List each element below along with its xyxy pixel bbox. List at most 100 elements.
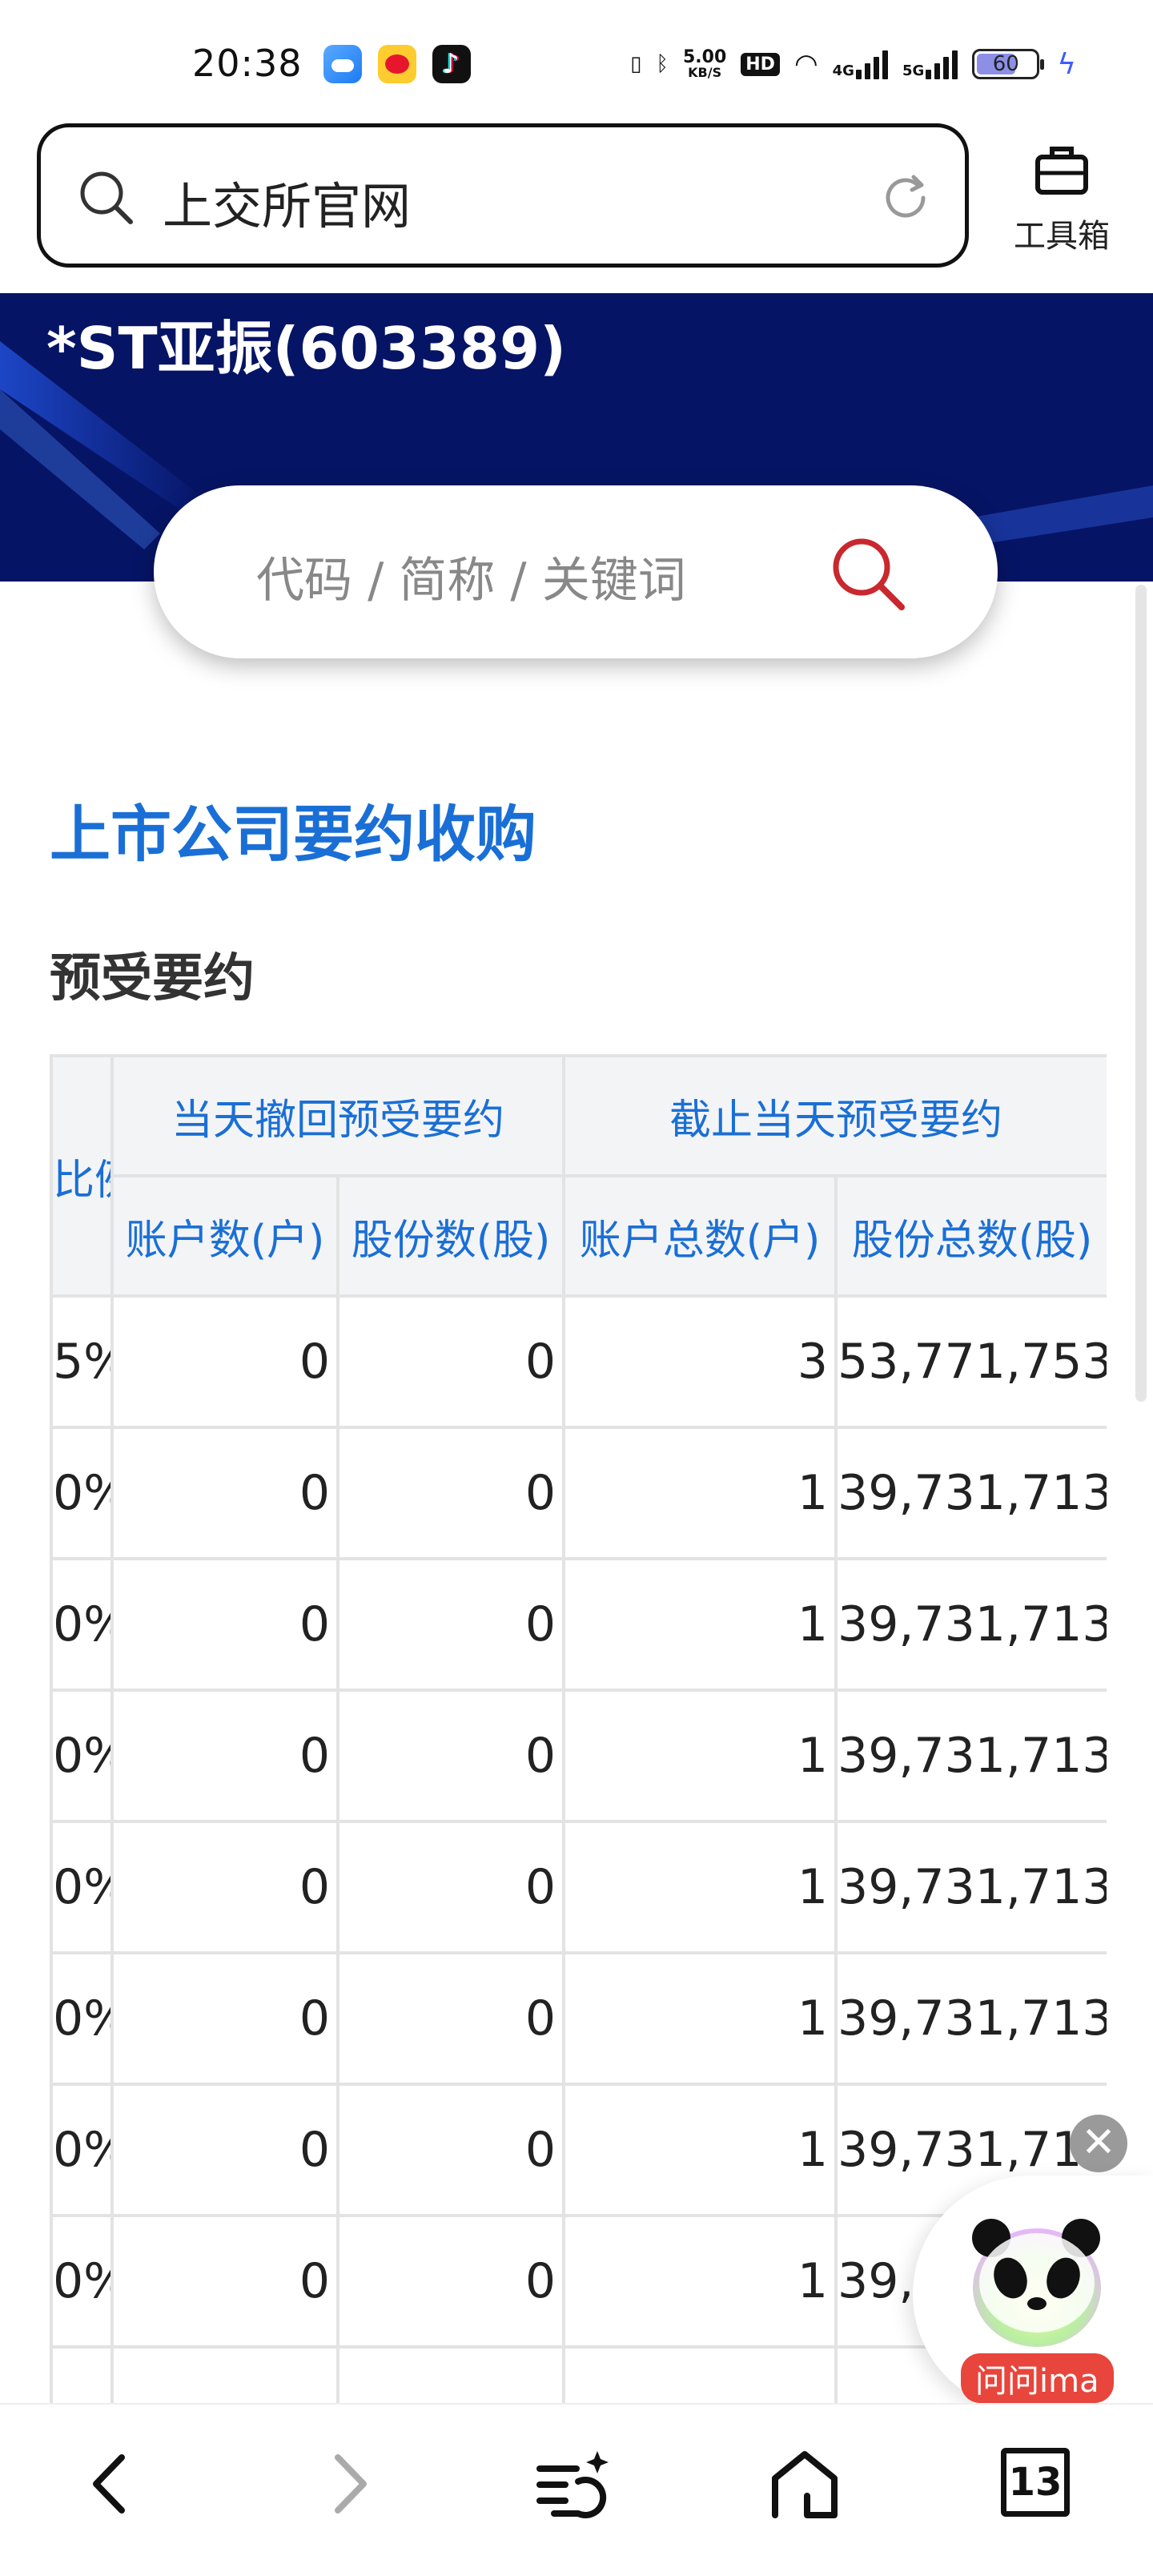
- withdrawn-accounts-cell: 0: [110, 1557, 339, 1692]
- search-icon: [80, 171, 133, 224]
- total-shares-cell: 39,731,713: [834, 1688, 1107, 1823]
- tiktok-app-icon: [432, 45, 471, 83]
- battery-icon: 60: [972, 49, 1045, 79]
- withdrawn-shares-cell: 0: [335, 1426, 566, 1560]
- col-header-shares: 股份数(股): [335, 1174, 566, 1298]
- total-accounts-cell: 1: [562, 1426, 838, 1560]
- withdrawn-shares-cell: 0: [335, 2083, 566, 2217]
- search-placeholder: 代码 / 简称 / 关键词: [256, 553, 686, 609]
- withdrawn-accounts-cell: 0: [110, 1426, 339, 1560]
- total-accounts-cell: 1: [562, 1557, 838, 1692]
- table-row: 0%00139,731,713: [50, 1951, 1107, 2086]
- vibrate-icon: ▯: [630, 52, 642, 76]
- address-text: 上交所官网: [163, 177, 412, 235]
- table-group-header-row: 比例 当天撤回预受要约 截止当天预受要约: [50, 1054, 1107, 1298]
- address-bar[interactable]: 上交所官网: [37, 123, 969, 268]
- ratio-header-partial: 比例: [50, 1054, 114, 1298]
- withdrawn-shares-cell: 0: [335, 2214, 566, 2349]
- table-row: 0%00139,731,713: [50, 1557, 1107, 1692]
- bluetooth-icon: ᛒ: [656, 52, 669, 76]
- refresh-icon[interactable]: [878, 171, 933, 225]
- panda-icon: [972, 2219, 1101, 2347]
- table-row: 0%00139,731,713: [50, 1426, 1107, 1560]
- tender-table-viewport[interactable]: 比例 当天撤回预受要约 截止当天预受要约 账户数(户) 股份数(股) 账户总数(…: [50, 1054, 1107, 2403]
- group-header-withdrawn-today: 当天撤回预受要约: [110, 1054, 566, 1177]
- tender-table: 比例 当天撤回预受要约 截止当天预受要约 账户数(户) 股份数(股) 账户总数(…: [50, 1054, 1107, 2403]
- total-shares-cell: 39,731,713: [834, 1951, 1107, 2086]
- section-subtitle: 预受要约: [50, 949, 255, 1008]
- empty-cell: [50, 2345, 114, 2403]
- tabs-count: 13: [1001, 2448, 1070, 2517]
- weibo-app-icon: [378, 45, 416, 83]
- ratio-cell: 0%: [50, 1688, 114, 1823]
- cell-signal-2: 5G: [902, 49, 958, 79]
- total-accounts-cell: 1: [562, 2083, 838, 2217]
- close-float-button[interactable]: ✕: [1070, 2115, 1127, 2172]
- ratio-cell: 0%: [50, 1557, 114, 1692]
- toolbox-button[interactable]: 工具箱: [998, 135, 1126, 263]
- withdrawn-accounts-cell: 0: [110, 2083, 339, 2217]
- withdrawn-accounts-cell: 0: [110, 1820, 339, 1954]
- page-scrollbar[interactable]: [1135, 585, 1147, 1402]
- col-header-total-accounts: 账户总数(户): [562, 1174, 838, 1298]
- group-header-cumulative: 截止当天预受要约: [562, 1054, 1107, 1177]
- status-time: 20:38: [192, 42, 303, 85]
- col-header-accounts: 账户数(户): [110, 1174, 339, 1298]
- toolbox-label: 工具箱: [1014, 218, 1110, 255]
- table-row: 0%00139,731,713: [50, 1688, 1107, 1823]
- empty-cell: [110, 2345, 339, 2403]
- table-row: 0%00139,731,713: [50, 2083, 1107, 2217]
- table-row: 5%00353,771,753: [50, 1294, 1107, 1429]
- bottom-navigation: 13: [0, 2403, 1153, 2576]
- total-accounts-cell: 1: [562, 1688, 838, 1823]
- total-shares-cell: 39,731,713: [834, 1426, 1107, 1560]
- search-icon[interactable]: [828, 533, 908, 614]
- total-accounts-cell: 3: [562, 1294, 838, 1429]
- withdrawn-shares-cell: 0: [335, 1557, 566, 1692]
- cell-signal-1: 4G: [833, 49, 888, 79]
- hd-badge: HD: [741, 52, 780, 76]
- net-speed: 5.00 KB/S: [682, 47, 727, 80]
- forward-icon[interactable]: [304, 2440, 392, 2528]
- total-accounts-cell: 1: [562, 1820, 838, 1954]
- total-accounts-cell: 1: [562, 1951, 838, 2086]
- withdrawn-shares-cell: 0: [335, 1820, 566, 1954]
- ratio-cell: 0%: [50, 1820, 114, 1954]
- col-header-total-shares: 股份总数(股): [834, 1174, 1107, 1298]
- ima-label: 问问ima: [961, 2353, 1114, 2403]
- total-shares-cell: 53,771,753: [834, 1294, 1107, 1429]
- briefcase-icon: [1035, 147, 1088, 195]
- withdrawn-accounts-cell: 0: [110, 1951, 339, 2086]
- ratio-cell: 5%: [50, 1294, 114, 1429]
- wifi-icon: ◠: [793, 48, 818, 80]
- feed-icon[interactable]: [530, 2440, 618, 2528]
- table-column-header-row: 账户数(户) 股份数(股) 账户总数(户) 股份总数(股): [51, 1174, 1107, 1298]
- home-icon[interactable]: [761, 2440, 849, 2528]
- withdrawn-shares-cell: 0: [335, 1688, 566, 1823]
- system-icons: ▯ ᛒ 5.00 KB/S HD ◠ 4G 5G 60 ϟ: [630, 40, 1076, 88]
- signal-bars-icon: [926, 49, 958, 79]
- empty-cell: [335, 2345, 566, 2403]
- withdrawn-shares-cell: 0: [335, 1294, 566, 1429]
- table-row: 0%00139,731,713: [50, 1820, 1107, 1954]
- back-icon[interactable]: [67, 2440, 155, 2528]
- ima-assistant-widget[interactable]: 问问ima: [913, 2176, 1153, 2413]
- withdrawn-shares-cell: 0: [335, 1951, 566, 2086]
- stock-title: *ST亚振(603389): [46, 315, 567, 382]
- tabs-button[interactable]: 13: [993, 2440, 1081, 2528]
- withdrawn-accounts-cell: 0: [110, 1688, 339, 1823]
- ratio-cell: 0%: [50, 2083, 114, 2217]
- weather-app-icon: [323, 45, 362, 83]
- status-bar: 20:38 ▯ ᛒ 5.00 KB/S HD ◠ 4G 5G 60 ϟ: [0, 0, 1153, 120]
- withdrawn-accounts-cell: 0: [110, 2214, 339, 2349]
- ratio-cell: 0%: [50, 1951, 114, 2086]
- total-shares-cell: 39,731,713: [834, 1557, 1107, 1692]
- empty-cell: [562, 2345, 838, 2403]
- withdrawn-accounts-cell: 0: [110, 1294, 339, 1429]
- ratio-cell: 0%: [50, 2214, 114, 2349]
- stock-search-box[interactable]: 代码 / 简称 / 关键词: [154, 485, 998, 658]
- total-shares-cell: 39,731,713: [834, 1820, 1107, 1954]
- ratio-cell: 0%: [50, 1426, 114, 1560]
- section-title: 上市公司要约收购: [50, 799, 536, 870]
- charging-icon: ϟ: [1057, 47, 1076, 81]
